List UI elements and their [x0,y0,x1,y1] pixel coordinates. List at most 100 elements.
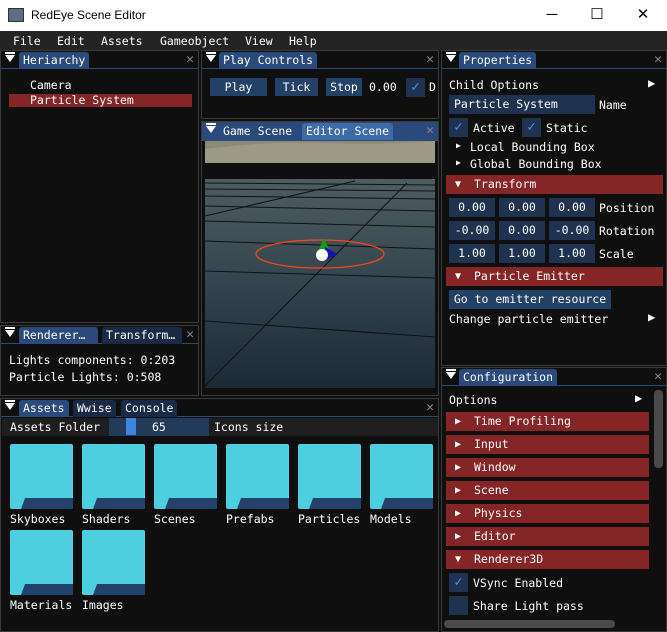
collapse-icon[interactable] [5,52,15,62]
tab-renderer[interactable]: Renderer… [19,327,98,344]
local-bounding-box[interactable]: Local Bounding Box [470,140,595,154]
folder-label[interactable]: Scenes [154,512,196,526]
close-icon[interactable]: ✕ [426,122,434,139]
folder-icon[interactable] [82,444,145,509]
position-field[interactable]: 0.00 [499,198,545,217]
rotation-field[interactable]: 0.00 [499,221,545,240]
slider-handle[interactable] [126,418,136,435]
folder-icon[interactable] [82,530,145,595]
menu-edit[interactable]: Edit [57,34,85,48]
change-emitter-arrow-icon[interactable]: ▶ [648,310,655,324]
tab-hierarchy[interactable]: Heriarchy [19,52,90,69]
options[interactable]: Options [449,393,497,407]
collapse-icon[interactable] [206,52,216,62]
folder-icon[interactable] [370,444,433,509]
collapse-icon[interactable] [206,123,216,133]
scale-field[interactable]: 1.00 [449,244,495,263]
tab-transform[interactable]: Transform… [102,327,182,344]
config-header[interactable]: ▶ Input [446,435,649,454]
folder-label[interactable]: Materials [10,598,72,612]
share-light-checkbox[interactable] [449,596,468,615]
folder-label[interactable]: Prefabs [226,512,274,526]
config-header[interactable]: ▶ Physics [446,504,649,523]
d-checkbox[interactable]: ✓ [406,78,425,97]
position-field[interactable]: 0.00 [449,198,495,217]
close-icon[interactable]: ✕ [654,51,662,68]
menu-help[interactable]: Help [289,34,317,48]
close-icon[interactable]: ✕ [186,51,194,68]
folder-icon[interactable] [10,530,73,595]
child-options[interactable]: Child Options [449,78,539,92]
folder-icon[interactable] [10,444,73,509]
tab-console[interactable]: Console [121,400,178,417]
collapse-icon[interactable] [446,52,456,62]
close-icon[interactable]: ✕ [426,399,434,416]
tab-assets[interactable]: Assets [19,400,69,417]
tab-properties[interactable]: Properties [459,52,537,69]
scale-field[interactable]: 1.00 [549,244,595,263]
collapse-icon[interactable] [446,369,456,379]
global-bounding-box[interactable]: Global Bounding Box [470,157,602,171]
go-to-emitter-button[interactable]: Go to emitter resource [449,290,611,309]
tab-play-controls[interactable]: Play Controls [219,52,318,69]
config-header[interactable]: ▶ Window [446,458,649,477]
change-emitter[interactable]: Change particle emitter [449,312,608,326]
horizontal-scrollbar[interactable] [444,620,615,628]
folder-label[interactable]: Images [82,598,124,612]
vertical-scrollbar[interactable] [654,390,663,468]
tab-configuration[interactable]: Configuration [459,369,558,386]
menu-file[interactable]: File [13,34,41,48]
child-options-arrow-icon[interactable]: ▶ [648,76,655,90]
config-header[interactable]: ▶ Editor [446,527,649,546]
renderer3d-header[interactable]: ▼ Renderer3D [446,550,649,569]
menu-view[interactable]: View [245,34,273,48]
close-icon[interactable]: ✕ [186,326,194,343]
rotation-field[interactable]: -0.00 [449,221,495,240]
menu-assets[interactable]: Assets [101,34,143,48]
hierarchy-item-particle-system[interactable]: Particle System [9,94,192,107]
collapse-icon[interactable] [5,400,15,410]
icons-size-slider[interactable]: 65 [109,418,209,436]
static-label: Static [546,121,588,135]
vsync-checkbox[interactable]: ✓ [449,573,468,592]
tab-game-scene[interactable]: Game Scene [219,123,297,140]
play-button[interactable]: Play [210,78,267,96]
tab-editor-scene[interactable]: Editor Scene [302,123,394,140]
transform-header[interactable]: ▼ Transform [446,175,663,194]
folder-label[interactable]: Skyboxes [10,512,65,526]
position-field[interactable]: 0.00 [549,198,595,217]
options-arrow-icon[interactable]: ▶ [635,391,642,405]
close-icon[interactable]: ✕ [654,368,662,385]
stop-button[interactable]: Stop [326,78,362,96]
expand-arrow-icon[interactable]: ▶ [456,158,461,167]
folder-label[interactable]: Particles [298,512,360,526]
config-header[interactable]: ▶ Time Profiling [446,412,649,431]
tick-button[interactable]: Tick [275,78,318,96]
close-icon[interactable]: ✕ [426,51,434,68]
expand-arrow-icon[interactable]: ▶ [456,141,461,150]
minimize-button[interactable]: ─ [537,4,567,26]
static-checkbox[interactable]: ✓ [522,118,541,137]
folder-label[interactable]: Models [370,512,412,526]
maximize-button[interactable]: ☐ [582,4,612,26]
name-input[interactable]: Particle System [449,95,595,114]
folder-icon[interactable] [226,444,289,509]
folder-icon[interactable] [154,444,217,509]
collapse-icon[interactable] [5,327,15,337]
tab-wwise[interactable]: Wwise [73,400,116,417]
config-header-label: Time Profiling [474,414,571,428]
particle-emitter-header[interactable]: ▼ Particle Emitter [446,267,663,286]
scale-field[interactable]: 1.00 [499,244,545,263]
close-window-button[interactable]: ✕ [628,4,658,26]
menu-gameobject[interactable]: Gameobject [160,34,229,48]
gizmo-center[interactable] [316,249,328,261]
active-checkbox[interactable]: ✓ [449,118,468,137]
config-header[interactable]: ▶ Scene [446,481,649,500]
hierarchy-item-camera[interactable]: Camera [30,78,72,92]
folder-label[interactable]: Shaders [82,512,130,526]
folder-icon[interactable] [298,444,361,509]
time-value: 0.00 [369,80,397,94]
scene-viewport[interactable] [205,141,435,388]
rotation-field[interactable]: -0.00 [549,221,595,240]
assets-panel: Assets Wwise Console ✕ Assets Folder 65 … [0,398,439,632]
